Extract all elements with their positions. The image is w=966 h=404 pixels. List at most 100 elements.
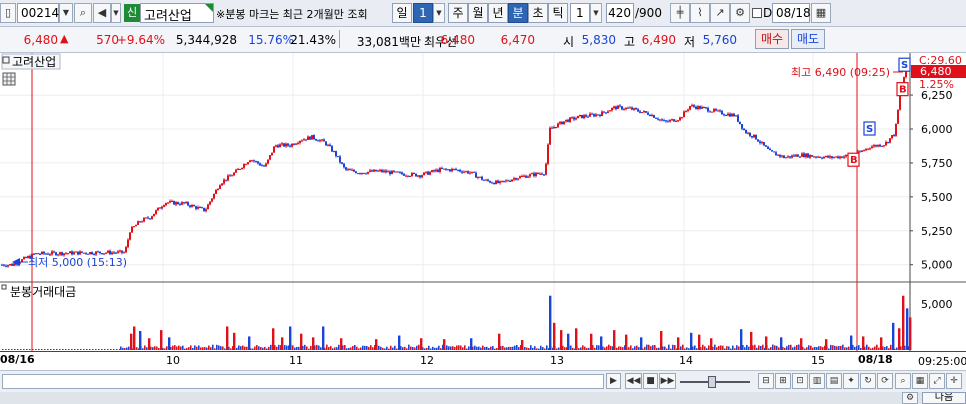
candle-body — [797, 154, 799, 157]
candle-body — [279, 144, 281, 148]
volume-bar — [698, 334, 701, 350]
candle-body — [435, 169, 437, 172]
candle-body — [347, 169, 349, 171]
candle-body — [145, 217, 147, 219]
d-checkbox[interactable] — [752, 8, 762, 18]
zoom-in-icon[interactable]: ⊞ — [775, 373, 791, 389]
stock-name-box[interactable]: 고려산업 — [140, 3, 214, 24]
candle-body — [881, 145, 883, 147]
candle-body — [385, 170, 387, 173]
candle-body — [75, 251, 77, 253]
volume-bar — [896, 347, 898, 350]
chart-mode-icon[interactable]: ⌇ — [690, 3, 710, 23]
chart-type-icon[interactable]: ↻ — [860, 373, 876, 389]
candle-body — [885, 141, 887, 146]
speaker-dropdown-icon[interactable]: ▼ — [111, 3, 121, 23]
volume-bar — [556, 348, 558, 350]
period-second-button[interactable]: 초 — [528, 3, 548, 23]
speaker-icon[interactable]: ◀ — [93, 3, 111, 23]
settings-icon[interactable]: ⚙ — [730, 3, 750, 23]
volume-bar — [812, 347, 814, 350]
volume-bar — [474, 345, 476, 350]
candle-body — [447, 169, 449, 171]
candle-body — [499, 181, 501, 184]
code-dropdown-icon[interactable]: ▼ — [59, 3, 73, 23]
expand-icon[interactable]: ⤢ — [929, 373, 945, 389]
zoom-slider-handle[interactable] — [708, 376, 716, 388]
candle-body — [743, 128, 745, 131]
candle-body — [443, 168, 445, 170]
zoom-out-icon[interactable]: ⊟ — [758, 373, 774, 389]
period-week-button[interactable]: 주 — [448, 3, 468, 23]
period-day-button[interactable]: 일 — [392, 3, 412, 23]
buy-button[interactable]: 매수 — [755, 29, 789, 49]
stop-icon[interactable]: ■ — [643, 373, 658, 389]
volume-bar — [320, 347, 322, 350]
next-button[interactable]: 다음 — [922, 392, 966, 404]
sell-button[interactable]: 매도 — [791, 29, 825, 49]
candle-body — [479, 176, 481, 178]
bottom-settings-icon[interactable]: ⚙ — [902, 392, 918, 404]
volume-bar — [446, 345, 448, 350]
search-icon[interactable]: ⌕ — [74, 3, 92, 23]
date-input[interactable]: 08/18 — [772, 3, 811, 23]
svg-text:S: S — [901, 60, 908, 71]
volume-bar — [436, 347, 438, 350]
period-year-button[interactable]: 년 — [488, 3, 508, 23]
rewind-icon[interactable]: ◀◀ — [625, 373, 642, 389]
quote-change-pct: +9.64% — [116, 33, 165, 47]
period-value[interactable]: 1 — [413, 3, 433, 23]
forward-icon[interactable]: ▶▶ — [659, 373, 676, 389]
candle-body — [621, 106, 623, 110]
table-icon[interactable] — [2, 72, 16, 86]
stock-code-input[interactable]: 002140 — [17, 3, 67, 23]
volume-bar — [758, 345, 760, 350]
period-dropdown-icon[interactable]: ▼ — [433, 3, 445, 23]
period-month-button[interactable]: 월 — [468, 3, 488, 23]
count-input[interactable]: 420 — [606, 3, 634, 23]
volume-bar — [236, 347, 238, 350]
period-tick-button[interactable]: 틱 — [548, 3, 568, 23]
volume-bar — [553, 322, 556, 350]
refresh-icon[interactable]: ⟳ — [877, 373, 893, 389]
overlay-icon[interactable]: ▤ — [826, 373, 842, 389]
candle-style-icon[interactable]: ╪ — [670, 3, 690, 23]
crosshair-icon[interactable]: ✛ — [946, 373, 962, 389]
volume-bar — [80, 349, 82, 350]
scroll-right-icon[interactable]: ▶ — [606, 373, 621, 389]
candle-body — [525, 175, 527, 178]
price-chart[interactable]: S B S B 5,000 5,250 5,500 5,750 6,000 6,250 고려산업… — [0, 53, 966, 351]
volume-bar — [56, 349, 58, 350]
scroll-track[interactable] — [2, 374, 604, 389]
candle-body — [591, 113, 593, 115]
period-minute-button[interactable]: 분 — [508, 3, 528, 23]
candle-body — [201, 207, 203, 209]
candle-body — [577, 115, 579, 119]
fit-icon[interactable]: ⊡ — [792, 373, 808, 389]
candle-body — [297, 142, 299, 144]
interval-dropdown-icon[interactable]: ▼ — [590, 3, 602, 23]
candle-body — [43, 251, 45, 254]
volume-bar — [658, 347, 660, 350]
candle-body — [403, 174, 405, 176]
pin-icon[interactable]: ✦ — [843, 373, 859, 389]
calendar-icon[interactable]: ▦ — [811, 3, 831, 23]
interval-input[interactable]: 1 — [570, 3, 590, 23]
candle-body — [631, 107, 633, 110]
search-zoom-icon[interactable]: ⌕ — [895, 373, 911, 389]
draw-tool-icon[interactable]: ↗ — [710, 3, 730, 23]
candle-body — [601, 111, 603, 117]
candle-body — [557, 123, 559, 128]
volume-bar — [892, 322, 895, 350]
layout-icon[interactable]: ▥ — [809, 373, 825, 389]
volume-bar — [174, 345, 176, 350]
y-tick-label: 6,250 — [921, 89, 953, 102]
candle-body — [731, 113, 733, 117]
grid-toggle-icon[interactable]: ▦ — [912, 373, 928, 389]
candle-body — [655, 117, 657, 119]
volume-bar — [44, 349, 46, 350]
candle-body — [315, 139, 317, 141]
volume-bar — [884, 347, 886, 350]
candle-body — [535, 172, 537, 177]
window-icon[interactable]: ▯ — [0, 3, 16, 23]
